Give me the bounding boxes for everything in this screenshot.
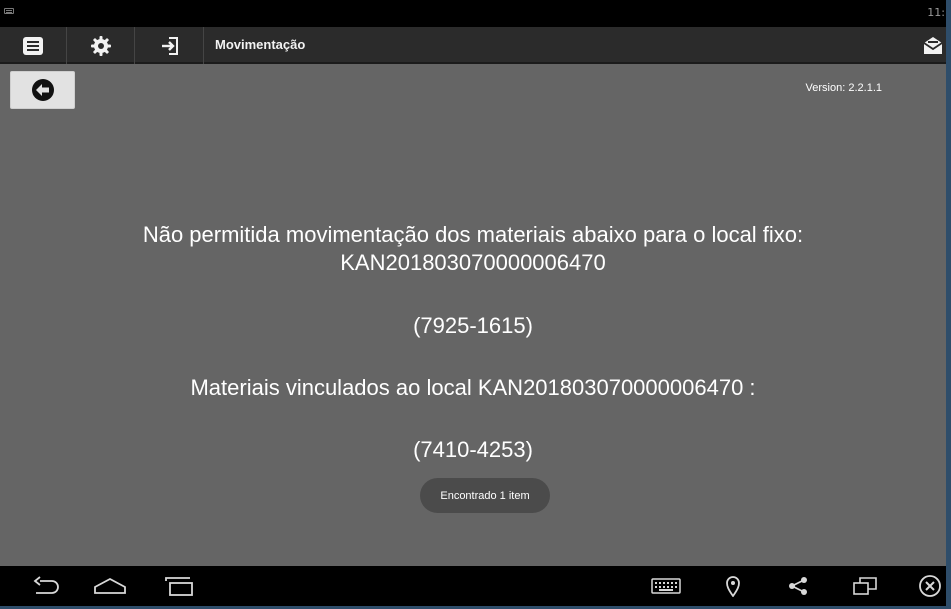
- list-icon: [23, 36, 43, 55]
- window-icon: [853, 577, 877, 595]
- back-icon: [33, 576, 59, 594]
- error-message-line1: Não permitida movimentação dos materiais…: [142, 222, 804, 247]
- arrow-left-icon: [31, 79, 54, 101]
- toast-message: Encontrado 1 item: [420, 478, 550, 513]
- linked-materials-label: Materiais vinculados ao local KAN2018030…: [190, 375, 756, 400]
- nav-share-button[interactable]: [783, 566, 813, 606]
- status-bar: 11:1: [0, 0, 946, 27]
- recents-icon: [165, 577, 193, 596]
- gear-icon: [91, 35, 111, 56]
- location-icon: [726, 576, 740, 597]
- keyboard-icon: [651, 578, 681, 594]
- nav-window-button[interactable]: [848, 566, 882, 606]
- android-screen: 11:1: [0, 0, 946, 606]
- linked-materials-code: (7410-4253): [413, 437, 533, 462]
- status-clock: 11:1: [927, 6, 946, 19]
- settings-button[interactable]: [68, 27, 135, 64]
- nav-close-button[interactable]: [914, 566, 946, 606]
- page-title: Movimentação: [215, 37, 306, 52]
- version-label: Version: 2.2.1.1: [805, 82, 882, 94]
- nav-location-button[interactable]: [718, 566, 748, 606]
- share-icon: [789, 577, 807, 595]
- nav-back-button[interactable]: [28, 566, 62, 606]
- navigation-bar: [0, 566, 946, 606]
- nav-recents-button[interactable]: [160, 566, 196, 606]
- nav-keyboard-button[interactable]: [648, 566, 684, 606]
- menu-button[interactable]: [0, 27, 67, 64]
- keyboard-notification-icon: [4, 8, 14, 14]
- action-bar: Movimentação: [0, 27, 946, 64]
- error-message-location: KAN201803070000006470: [340, 250, 606, 275]
- mail-button[interactable]: [922, 35, 944, 57]
- back-button[interactable]: [10, 71, 75, 109]
- login-button[interactable]: [136, 27, 204, 64]
- nav-home-button[interactable]: [92, 566, 128, 606]
- mail-icon: [923, 37, 943, 54]
- close-icon: [919, 575, 941, 597]
- home-icon: [94, 577, 126, 594]
- blocked-materials-code: (7925-1615): [413, 313, 533, 338]
- login-icon: [161, 36, 178, 55]
